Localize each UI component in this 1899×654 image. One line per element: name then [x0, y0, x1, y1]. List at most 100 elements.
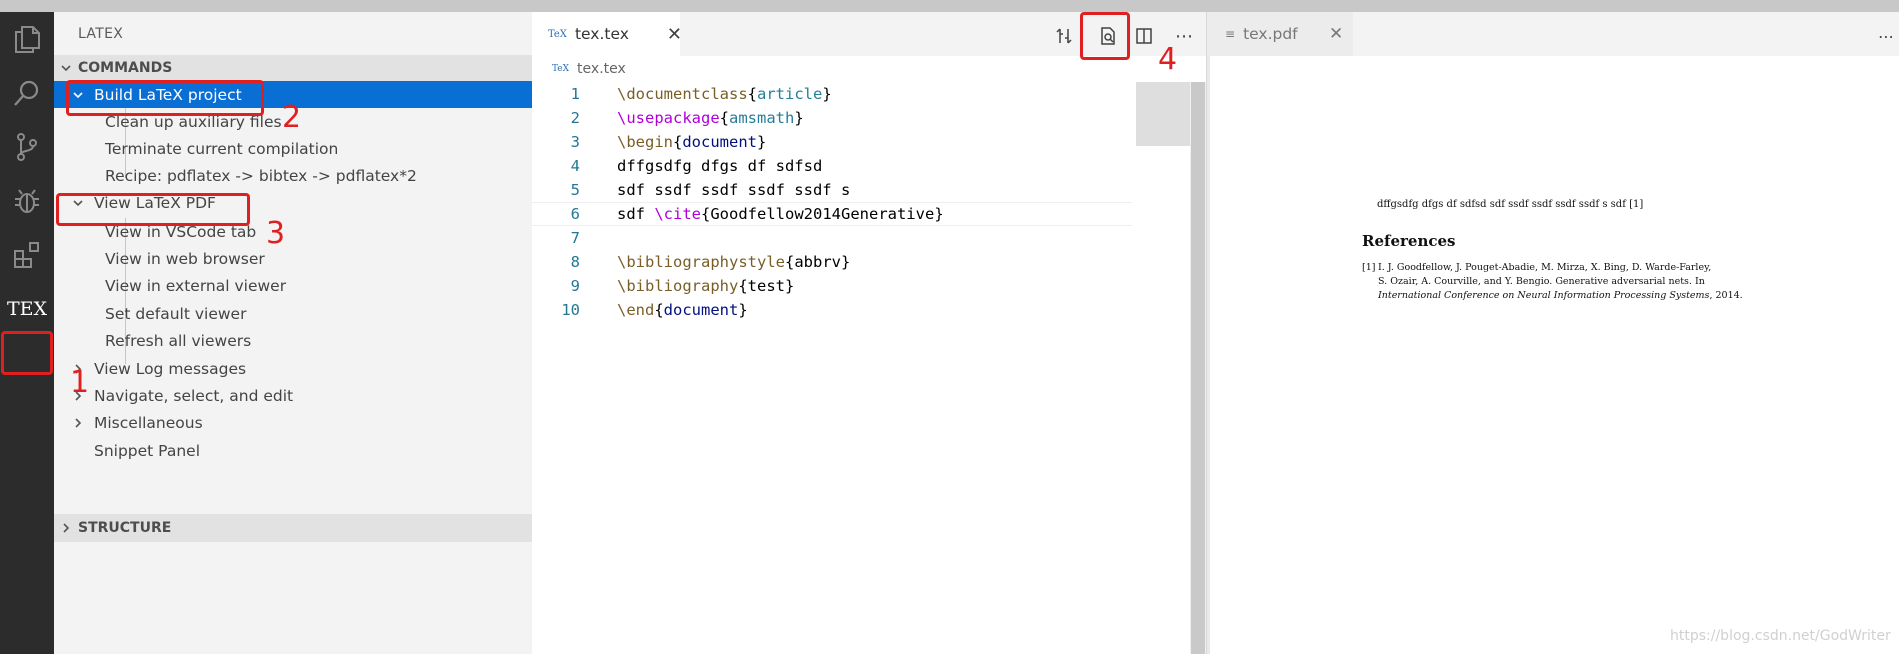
code-line: 4 dffgsdfg dfgs df sdfsd: [532, 154, 1132, 178]
line-number: 1: [570, 85, 580, 103]
line-number: 2: [570, 109, 580, 127]
code-line: 9 \bibliography{test}: [532, 274, 1132, 298]
code-line: 1 \documentclass{article}: [532, 82, 1132, 106]
split-editor-icon[interactable]: [1132, 24, 1156, 48]
tree-item-label: Set default viewer: [105, 304, 247, 323]
tree-item-navigate[interactable]: Navigate, select, and edit: [54, 382, 532, 409]
latex-argument: abbrv: [794, 253, 841, 271]
line-number: 5: [570, 181, 580, 199]
pdf-references-title: References: [1362, 232, 1456, 250]
chevron-right-icon: [54, 522, 78, 534]
tree-item-label: Terminate current compilation: [105, 139, 339, 158]
code-line: 3 \begin{document}: [532, 130, 1132, 154]
extensions-icon[interactable]: [0, 228, 54, 282]
annotation-number: 1: [70, 365, 90, 400]
tree-item-view-in-web-browser[interactable]: View in web browser: [54, 245, 532, 272]
breadcrumb[interactable]: TeX tex.tex: [552, 58, 626, 80]
tree-item-label: View Log messages: [94, 359, 247, 378]
tree-item-refresh-all-viewers[interactable]: Refresh all viewers: [54, 327, 532, 354]
code-line-current: 6 sdf \cite{Goodfellow2014Generative}: [532, 202, 1132, 226]
minimap[interactable]: [1136, 82, 1190, 146]
sidebar-title: LATEX: [78, 26, 124, 42]
latex-argument: Goodfellow2014Generative: [710, 205, 935, 223]
annotation-number: 4: [1158, 42, 1178, 77]
line-number: 9: [570, 277, 580, 295]
line-number: 7: [570, 229, 580, 247]
tab-label: tex.tex: [574, 25, 629, 43]
latex-argument: document: [663, 301, 739, 319]
code-text: sdf ssdf ssdf ssdf ssdf s: [617, 181, 851, 199]
tree-item-label: Miscellaneous: [94, 413, 203, 432]
commands-header-label: COMMANDS: [78, 60, 173, 76]
tree-item-set-default-viewer[interactable]: Set default viewer: [54, 300, 532, 327]
explorer-icon[interactable]: [0, 12, 54, 66]
tree-item-label: Navigate, select, and edit: [94, 386, 294, 405]
structure-section-header[interactable]: STRUCTURE: [54, 514, 532, 542]
tree-item-label: Snippet Panel: [94, 441, 201, 460]
tree-item-label: Refresh all viewers: [105, 331, 252, 350]
code-editor[interactable]: 1 \documentclass{article} 2 \usepackage{…: [532, 82, 1206, 654]
pdf-ref-number: [1]: [1362, 262, 1376, 273]
pdf-ref-line: I. J. Goodfellow, J. Pouget-Abadie, M. M…: [1378, 262, 1712, 273]
tree-item-view-in-external-viewer[interactable]: View in external viewer: [54, 272, 532, 299]
latex-command: \begin: [617, 133, 673, 151]
tex-icon[interactable]: TEX: [0, 282, 54, 336]
code-text: sdf: [617, 205, 655, 223]
structure-header-label: STRUCTURE: [78, 520, 172, 536]
tree-item-recipe[interactable]: Recipe: pdflatex -> bibtex -> pdflatex*2: [54, 162, 532, 189]
tree-item-miscellaneous[interactable]: Miscellaneous: [54, 409, 532, 436]
latex-command: \bibliographystyle: [617, 253, 785, 271]
code-line: 10 \end{document}: [532, 298, 1132, 322]
tree-item-terminate[interactable]: Terminate current compilation: [54, 135, 532, 162]
breadcrumb-label: tex.tex: [577, 61, 626, 77]
tex-file-icon: TeX: [552, 64, 570, 74]
latex-command: \usepackage: [617, 109, 720, 127]
tree-item-snippet-panel[interactable]: Snippet Panel: [54, 437, 532, 464]
line-number: 10: [561, 301, 580, 319]
latex-command: \cite: [654, 205, 701, 223]
pdf-ref-line: S. Ozair, A. Courville, and Y. Bengio. G…: [1378, 276, 1705, 287]
tab-tex-tex[interactable]: TeX tex.tex ✕: [532, 12, 682, 56]
title-strip: [0, 0, 1899, 12]
watermark: https://blog.csdn.net/GodWriter: [1670, 628, 1891, 644]
code-line: 8 \bibliographystyle{abbrv}: [532, 250, 1132, 274]
tree-item-view-log-messages[interactable]: View Log messages: [54, 355, 532, 382]
tab-label: tex.pdf: [1243, 25, 1298, 43]
pdf-ref-line: International Conference on Neural Infor…: [1378, 290, 1743, 301]
line-number: 8: [570, 253, 580, 271]
latex-command: \documentclass: [617, 85, 748, 103]
pdf-ref-italic: International Conference on Neural Infor…: [1378, 290, 1710, 301]
line-number: 3: [570, 133, 580, 151]
more-actions-icon[interactable]: ⋯: [1874, 24, 1898, 48]
tree-item-label: View in web browser: [105, 249, 265, 268]
code-line: 5 sdf ssdf ssdf ssdf ssdf s: [532, 178, 1132, 202]
tex-icon-label: TEX: [6, 298, 48, 320]
file-icon: ≡: [1225, 27, 1236, 41]
latex-argument: test: [747, 277, 785, 295]
latex-command: \end: [617, 301, 655, 319]
line-number: 4: [570, 157, 580, 175]
search-icon[interactable]: [0, 66, 54, 120]
latex-argument: amsmath: [729, 109, 795, 127]
debug-icon[interactable]: [0, 174, 54, 228]
latex-argument: document: [682, 133, 757, 151]
annotation-box-build: [66, 80, 264, 116]
annotation-number: 3: [266, 216, 286, 251]
code-line: 2 \usepackage{amsmath}: [532, 106, 1132, 130]
source-control-icon[interactable]: [0, 120, 54, 174]
annotation-number: 2: [282, 100, 302, 135]
annotation-box-view-pdf: [56, 193, 250, 226]
commands-section-header[interactable]: COMMANDS: [54, 55, 532, 81]
pdf-ref-tail: , 2014.: [1709, 290, 1743, 301]
tab-tex-pdf[interactable]: ≡ tex.pdf ✕: [1207, 12, 1353, 56]
close-icon[interactable]: ✕: [667, 24, 682, 45]
chevron-down-icon: [54, 62, 78, 74]
compare-changes-icon[interactable]: [1052, 24, 1076, 48]
close-icon[interactable]: ✕: [1329, 24, 1343, 44]
code-line: 7: [532, 226, 1132, 250]
line-number: 6: [570, 205, 580, 223]
chevron-right-icon: [70, 415, 86, 431]
editor-scrollbar-thumb[interactable]: [1191, 82, 1205, 654]
pdf-page: dffgsdfg dfgs df sdfsd sdf ssdf ssdf ssd…: [1210, 56, 1899, 654]
tex-file-icon: TeX: [548, 28, 567, 40]
